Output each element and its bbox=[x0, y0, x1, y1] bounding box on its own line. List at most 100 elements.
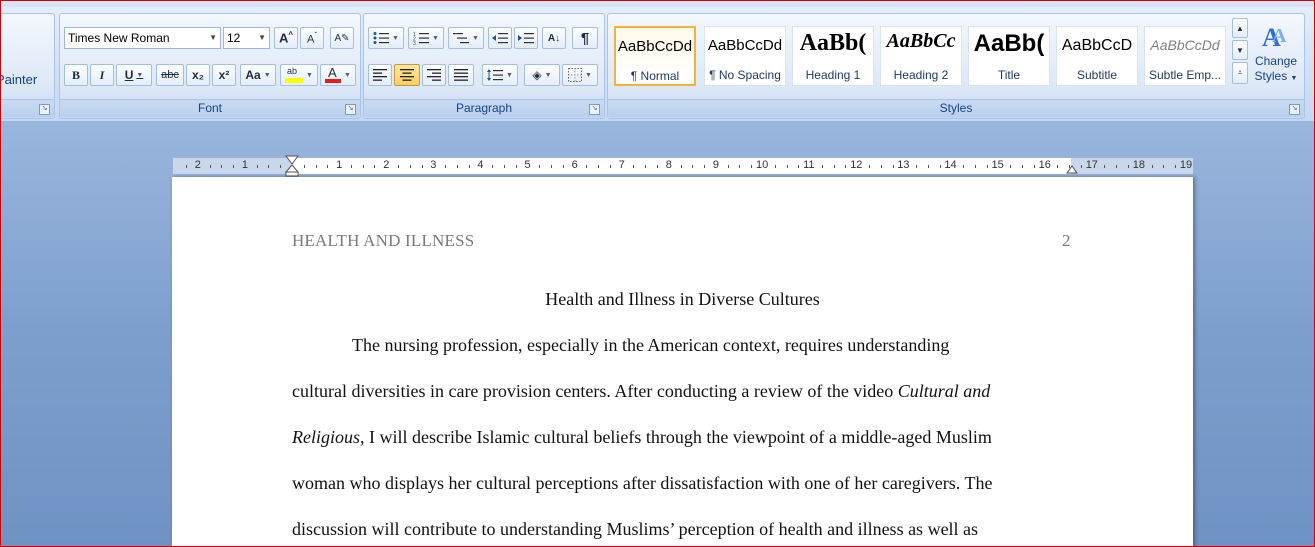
ruler-tick bbox=[256, 165, 258, 168]
ruler-tick bbox=[445, 165, 447, 168]
format-painter-button[interactable]: Painter bbox=[1, 72, 37, 87]
document-line: The nursing profession, especially in th… bbox=[352, 335, 949, 356]
ruler-tick bbox=[468, 165, 470, 168]
multilevel-list-button[interactable]: ▼ bbox=[448, 27, 484, 49]
paragraph-dialog-launcher-icon[interactable]: ↘ bbox=[589, 104, 600, 115]
chevron-down-icon: ▼ bbox=[258, 33, 266, 42]
subscript-button[interactable]: x₂ bbox=[186, 64, 210, 86]
decrease-indent-button[interactable] bbox=[488, 27, 512, 49]
chevron-down-icon: ▼ bbox=[344, 71, 351, 79]
style-label: Subtitle bbox=[1076, 68, 1118, 82]
pilcrow-icon: ¶ bbox=[580, 29, 590, 47]
ruler-tick bbox=[821, 165, 823, 168]
change-styles-button[interactable]: A A Change Styles ▼ bbox=[1252, 20, 1300, 98]
paragraph-group: ▼ 1 2 3 ▼ ▼ A↓ ¶ ▼ ◈ ▼ ▼ Paragraph ↘ bbox=[363, 13, 605, 119]
ruler-number: 2 bbox=[383, 159, 390, 171]
font-color-button[interactable]: A ▼ bbox=[320, 64, 356, 86]
style-subtitle[interactable]: AaBbCcD Subtitle bbox=[1056, 26, 1138, 86]
font-name-combo[interactable]: Times New Roman ▼ bbox=[64, 27, 221, 49]
superscript-button[interactable]: x² bbox=[212, 64, 236, 86]
shading-button[interactable]: ◈ ▼ bbox=[524, 64, 560, 86]
ruler-tick bbox=[704, 165, 706, 168]
chevron-down-icon: ▼ bbox=[544, 71, 552, 79]
decrease-indent-icon bbox=[492, 33, 508, 44]
ruler-tick bbox=[315, 165, 317, 168]
style-normal[interactable]: AaBbCcDd ¶ Normal bbox=[614, 26, 696, 86]
ruler-tick bbox=[892, 165, 894, 168]
style-title[interactable]: AaBb(Title bbox=[968, 26, 1050, 86]
clear-formatting-button[interactable]: A✎ bbox=[330, 27, 354, 49]
horizontal-ruler[interactable]: 2 1 1 2 3 4 5 6 7 8 9 10 11 12 13 14 15 16 17 18 19 bbox=[172, 155, 1194, 177]
gallery-more-button[interactable]: ⩡ bbox=[1232, 62, 1248, 84]
ruler-tick bbox=[868, 165, 870, 168]
ruler-number: 16 bbox=[1038, 159, 1051, 171]
justify-button[interactable] bbox=[448, 64, 474, 86]
ruler-tick bbox=[562, 165, 564, 168]
style-sample: AaBb( bbox=[799, 30, 867, 56]
ruler-tick bbox=[774, 165, 776, 168]
borders-button[interactable]: ▼ bbox=[562, 64, 598, 86]
text-highlight-button[interactable]: ab ▼ bbox=[280, 64, 318, 86]
numbering-button[interactable]: 1 2 3 ▼ bbox=[408, 27, 444, 49]
page-number: 2 bbox=[1062, 231, 1071, 250]
ruler-number: 11 bbox=[803, 159, 815, 171]
italic-button[interactable]: I bbox=[90, 64, 114, 86]
font-dialog-launcher-icon[interactable]: ↘ bbox=[345, 104, 356, 115]
bold-button[interactable]: B bbox=[64, 64, 88, 86]
style-heading-1[interactable]: AaBb(Heading 1 bbox=[792, 26, 874, 86]
style-label: Heading 2 bbox=[893, 68, 949, 82]
line-spacing-button[interactable]: ▼ bbox=[482, 64, 518, 86]
align-center-button[interactable] bbox=[394, 64, 420, 86]
ruler-tick bbox=[786, 165, 788, 168]
gallery-down-button[interactable]: ▼ bbox=[1232, 40, 1248, 60]
clipboard-dialog-launcher-icon[interactable]: ↘ bbox=[39, 104, 50, 115]
styles-dialog-launcher-icon[interactable]: ↘ bbox=[1289, 104, 1300, 115]
indent-marker-icon[interactable] bbox=[285, 155, 299, 177]
style-label: Title bbox=[997, 68, 1021, 82]
justify-icon bbox=[454, 69, 468, 81]
show-hide-marks-button[interactable]: ¶ bbox=[572, 27, 598, 49]
ruler-number: 5 bbox=[524, 159, 531, 171]
align-left-button[interactable] bbox=[368, 64, 392, 86]
ruler-tick bbox=[609, 165, 611, 168]
right-indent-marker-icon[interactable] bbox=[1066, 164, 1078, 174]
style-sample: AaBbCc bbox=[886, 30, 956, 52]
underline-button[interactable]: U ▼ bbox=[116, 64, 152, 86]
strikethrough-button[interactable]: abc bbox=[156, 64, 184, 86]
ruler-number: 1 bbox=[336, 159, 343, 171]
increase-indent-button[interactable] bbox=[514, 27, 538, 49]
ruler-tick bbox=[657, 165, 659, 168]
style-heading-2[interactable]: AaBbCc Heading 2 bbox=[880, 26, 962, 86]
shrink-font-button[interactable]: Aˇ bbox=[300, 27, 324, 49]
ribbon-tab-strip bbox=[1, 1, 1314, 7]
svg-text:3: 3 bbox=[413, 41, 416, 45]
ruler-number: 6 bbox=[571, 159, 578, 171]
sort-button[interactable]: A↓ bbox=[542, 27, 566, 49]
ruler-number: 19 bbox=[1179, 159, 1193, 171]
style-label: ¶ Normal bbox=[630, 69, 680, 83]
ruler-tick bbox=[680, 165, 682, 168]
ruler-tick bbox=[845, 165, 847, 168]
bullets-button[interactable]: ▼ bbox=[368, 27, 404, 49]
document-page[interactable]: HEALTH AND ILLNESS 2 Health and Illness … bbox=[172, 177, 1193, 546]
numbering-icon: 123 bbox=[413, 32, 430, 45]
ruler-tick bbox=[1022, 165, 1024, 168]
chevron-down-icon: ▼ bbox=[585, 71, 592, 79]
font-size-combo[interactable]: 12 ▼ bbox=[223, 27, 270, 49]
change-case-button[interactable]: Aa ▼ bbox=[240, 64, 276, 86]
clipboard-group: Painter ↘ bbox=[1, 13, 55, 119]
ruler-number: 9 bbox=[712, 159, 720, 171]
paragraph-group-label: Paragraph bbox=[364, 99, 604, 117]
chevron-down-icon: ▼ bbox=[263, 71, 271, 79]
ruler-tick bbox=[692, 165, 694, 168]
ruler-tick bbox=[515, 165, 517, 168]
style-no-spacing[interactable]: AaBbCcDd ¶ No Spacing bbox=[704, 26, 786, 86]
word-window: Painter ↘ Times New Roman ▼ 12 ▼ A^ Aˇ A… bbox=[0, 0, 1315, 547]
ruler-number: 12 bbox=[850, 159, 863, 171]
style-subtle-emp[interactable]: AaBbCcDd Subtle Emp... bbox=[1144, 26, 1226, 86]
ruler-tick bbox=[551, 165, 553, 168]
ruler-tick bbox=[1010, 165, 1012, 168]
align-right-button[interactable] bbox=[422, 64, 446, 86]
gallery-up-button[interactable]: ▲ bbox=[1232, 18, 1248, 38]
grow-font-button[interactable]: A^ bbox=[274, 27, 298, 49]
